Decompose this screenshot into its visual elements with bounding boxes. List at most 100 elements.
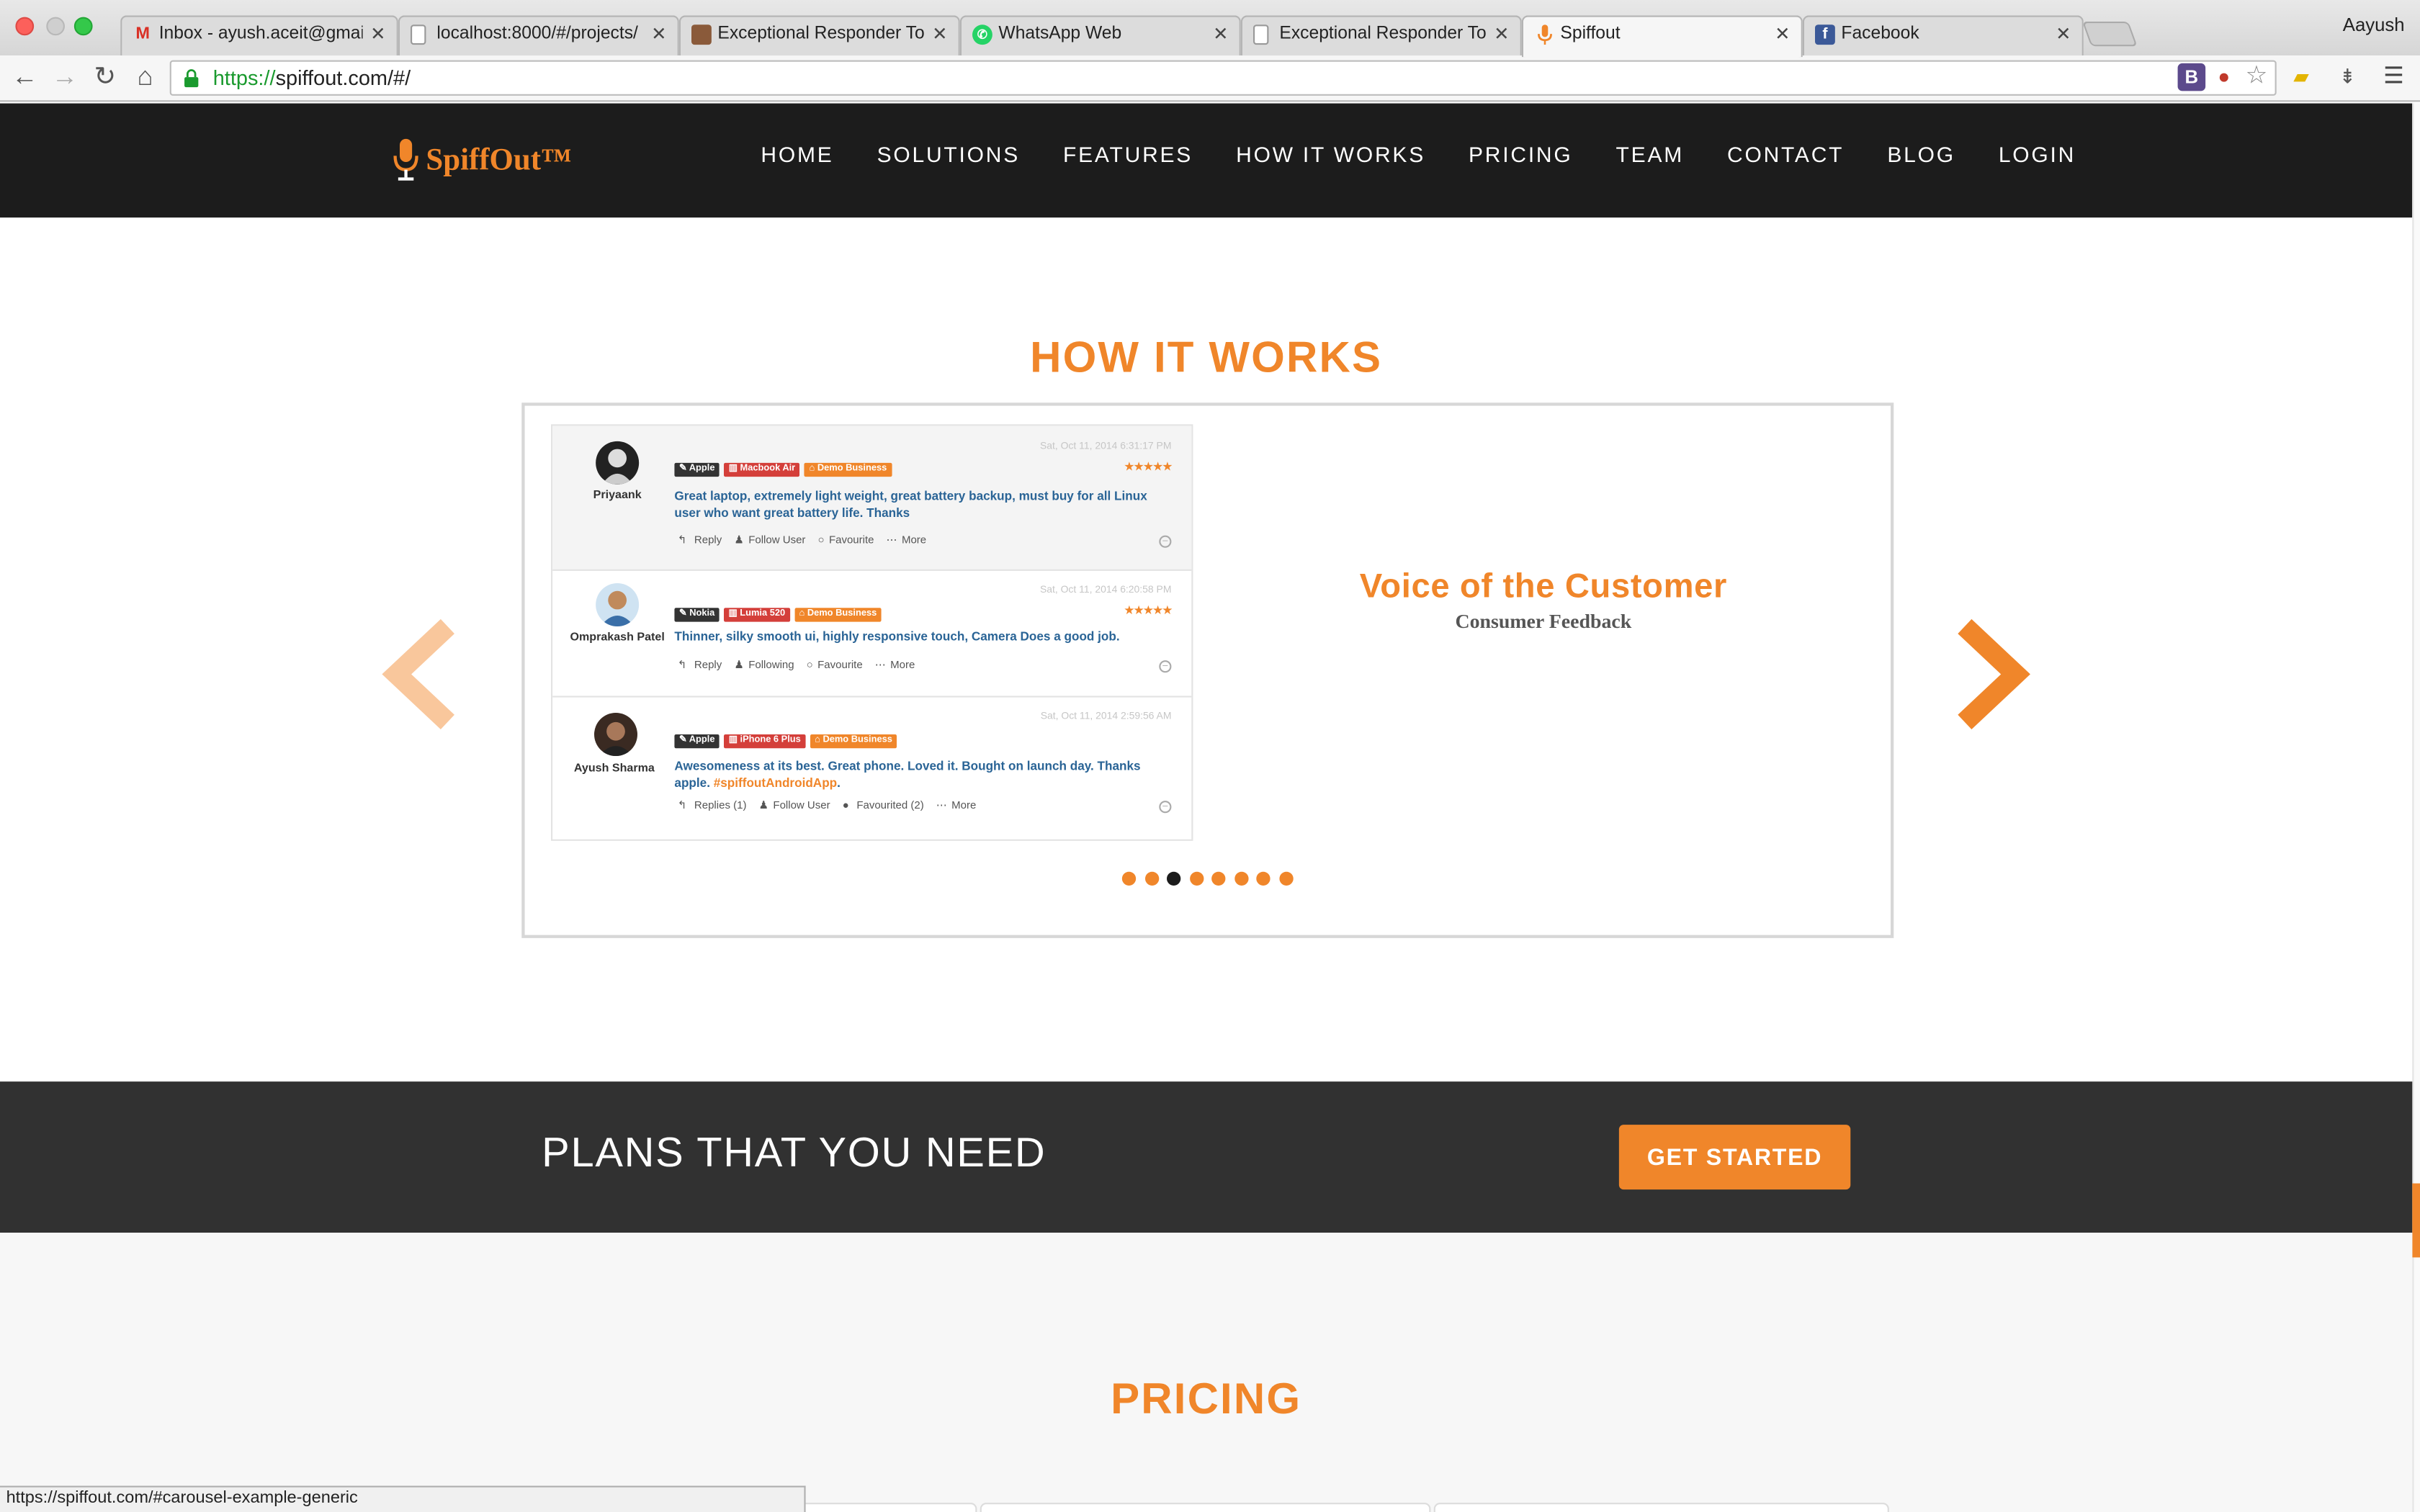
favourite-action[interactable]: ○ Favourite xyxy=(817,536,878,546)
image-icon xyxy=(691,24,712,45)
tag-brand[interactable]: ✎ Apple xyxy=(674,734,720,749)
carousel-indicator-dot[interactable] xyxy=(1211,871,1226,886)
tag-business[interactable]: ⌂ Demo Business xyxy=(805,462,892,477)
close-tab-icon[interactable]: ✕ xyxy=(1775,23,1791,45)
reply-action[interactable]: ↰ Reply xyxy=(678,660,727,671)
carousel-indicator-dot[interactable] xyxy=(1234,871,1248,886)
tag-label: iPhone 6 Plus xyxy=(740,736,801,745)
nav-contact[interactable]: CONTACT xyxy=(1727,142,1844,166)
review-actions: ↰ Reply ♟ Follow User ○ Favourite ⋯ More xyxy=(678,534,936,546)
favourite-action[interactable]: ○ Favourite xyxy=(807,660,867,671)
pricing-heading: PRICING xyxy=(1111,1374,1302,1423)
following-action[interactable]: ♟ Following xyxy=(734,660,799,671)
browser-tab-facebook[interactable]: f Facebook ✕ xyxy=(1802,15,2084,56)
tab-title: Spiffout xyxy=(1560,24,1621,43)
collapse-icon[interactable]: – xyxy=(1159,660,1172,673)
reload-icon[interactable]: ↻ xyxy=(88,60,122,94)
spiffout-logo[interactable]: SpiffOut™ xyxy=(392,138,572,184)
browser-tab-exceptional-responder-2[interactable]: Exceptional Responder Too ✕ xyxy=(1240,15,1522,56)
carousel-indicator-dot[interactable] xyxy=(1256,871,1270,886)
favourited-action[interactable]: ● Favourited (2) xyxy=(843,801,928,811)
carousel-indicator-dot[interactable] xyxy=(1278,871,1293,886)
tag-icon: ✎ xyxy=(678,736,689,745)
back-arrow-icon[interactable]: ← xyxy=(8,60,42,94)
url-text: spiffout.com/#/ xyxy=(275,66,411,90)
nav-login[interactable]: LOGIN xyxy=(1999,142,2076,166)
extension-key-icon[interactable]: ▰ xyxy=(2287,63,2316,91)
how-it-works-heading: HOW IT WORKS xyxy=(1030,333,1383,382)
more-action[interactable]: ⋯ More xyxy=(875,660,920,671)
nav-team[interactable]: TEAM xyxy=(1616,142,1684,166)
profile-name[interactable]: Aayush xyxy=(2343,14,2405,35)
reply-action[interactable]: ↰ Reply xyxy=(678,536,727,546)
tag-business[interactable]: ⌂ Demo Business xyxy=(794,608,882,622)
browser-tab-spiffout[interactable]: Spiffout ✕ xyxy=(1521,15,1803,58)
nav-pricing[interactable]: PRICING xyxy=(1469,142,1573,166)
whatsapp-icon: ✆ xyxy=(972,24,992,45)
logo-text: SpiffOut™ xyxy=(426,143,572,177)
close-window-button[interactable] xyxy=(15,17,35,36)
nav-how-it-works[interactable]: HOW IT WORKS xyxy=(1236,142,1425,166)
zoom-window-button[interactable] xyxy=(73,17,93,36)
tag-product[interactable]: ▥ iPhone 6 Plus xyxy=(724,734,806,749)
home-icon: ⌂ xyxy=(809,464,817,474)
carousel-indicator-dot[interactable] xyxy=(1189,871,1204,886)
forward-arrow-icon[interactable]: → xyxy=(48,60,81,94)
collapse-icon[interactable]: – xyxy=(1159,535,1172,548)
rating-stars-icon: ★★★★★ xyxy=(1124,459,1173,474)
page-scrollbar[interactable] xyxy=(2412,103,2420,1512)
carousel-next-arrow-icon[interactable] xyxy=(1954,617,2031,733)
collapse-icon[interactable]: – xyxy=(1159,801,1172,814)
more-action[interactable]: ⋯ More xyxy=(936,801,981,811)
more-action[interactable]: ⋯ More xyxy=(887,536,931,546)
get-started-button[interactable]: GET STARTED xyxy=(1618,1125,1851,1190)
tag-label: Lumia 520 xyxy=(740,609,786,619)
tag-brand[interactable]: ✎ Nokia xyxy=(674,608,720,622)
tag-product[interactable]: ▥ Macbook Air xyxy=(724,462,800,477)
close-tab-icon[interactable]: ✕ xyxy=(1494,23,1510,45)
reply-icon: ↰ xyxy=(677,660,687,672)
carousel-prev-arrow-icon[interactable] xyxy=(381,617,458,733)
close-tab-icon[interactable]: ✕ xyxy=(2056,23,2071,45)
browser-tab-gmail[interactable]: M Inbox - ayush.aceit@gmail. ✕ xyxy=(120,15,398,56)
close-tab-icon[interactable]: ✕ xyxy=(370,23,386,45)
tag-product[interactable]: ▥ Lumia 520 xyxy=(724,608,790,622)
carousel-indicator-dot[interactable] xyxy=(1167,871,1181,886)
carousel-indicator-dot[interactable] xyxy=(1144,871,1159,886)
replies-action[interactable]: ↰ Replies (1) xyxy=(678,801,751,811)
close-tab-icon[interactable]: ✕ xyxy=(932,23,948,45)
browser-tab-whatsapp[interactable]: ✆ WhatsApp Web ✕ xyxy=(959,15,1241,56)
extension-icon[interactable]: ● xyxy=(2210,63,2238,91)
nav-home[interactable]: HOME xyxy=(761,142,833,166)
bootstrap-extension-icon[interactable]: B xyxy=(2177,63,2206,91)
home-icon[interactable]: ⌂ xyxy=(128,60,162,94)
hashtag-link[interactable]: #spiffoutAndroidApp xyxy=(714,776,837,790)
review-text: Great laptop, extremely light weight, gr… xyxy=(674,489,1147,521)
bookmark-star-icon[interactable]: ☆ xyxy=(2243,63,2271,91)
feedback-side-tab[interactable] xyxy=(2412,1183,2420,1258)
nav-blog[interactable]: BLOG xyxy=(1887,142,1955,166)
screen: M Inbox - ayush.aceit@gmail. ✕ localhost… xyxy=(0,0,2420,1512)
action-label: Follow User xyxy=(773,801,830,812)
tag-brand[interactable]: ✎ Apple xyxy=(674,462,720,477)
tag-business[interactable]: ⌂ Demo Business xyxy=(810,734,897,749)
extension-tree-icon[interactable]: ⇟ xyxy=(2334,63,2362,91)
tag-label: Apple xyxy=(689,464,715,474)
browser-tab-exceptional-responder[interactable]: Exceptional Responder Too ✕ xyxy=(678,15,960,56)
reply-icon: ↰ xyxy=(677,801,687,812)
close-tab-icon[interactable]: ✕ xyxy=(651,23,667,45)
follow-action[interactable]: ♟ Follow User xyxy=(759,801,835,811)
nav-solutions[interactable]: SOLUTIONS xyxy=(877,142,1020,166)
minimize-window-button[interactable] xyxy=(46,17,65,36)
nav-features[interactable]: FEATURES xyxy=(1063,142,1193,166)
avatar xyxy=(596,441,640,485)
follow-action[interactable]: ♟ Follow User xyxy=(734,536,810,546)
menu-icon[interactable]: ☰ xyxy=(2380,63,2408,91)
browser-tab-localhost[interactable]: localhost:8000/#/projects/ ✕ xyxy=(398,15,679,56)
avatar xyxy=(594,712,637,756)
new-tab-button[interactable] xyxy=(2081,22,2138,47)
address-bar[interactable]: https://spiffout.com/#/ xyxy=(169,60,2277,96)
review-post: Priyaank Sat, Oct 11, 2014 6:31:17 PM ✎ … xyxy=(552,426,1192,571)
close-tab-icon[interactable]: ✕ xyxy=(1213,23,1229,45)
carousel-indicator-dot[interactable] xyxy=(1121,871,1137,886)
